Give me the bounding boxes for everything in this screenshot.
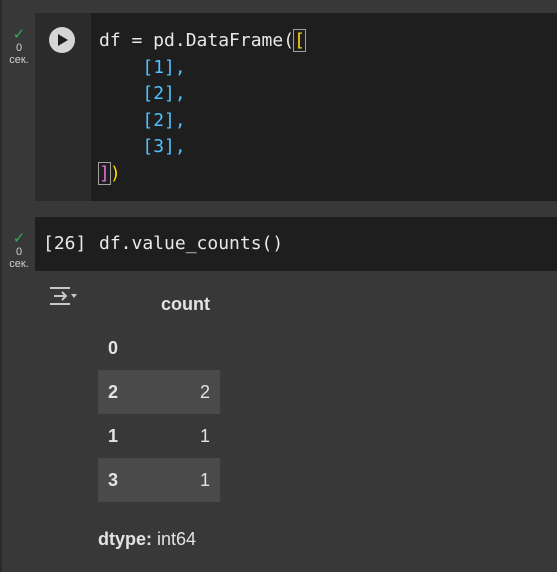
row-value: 1 — [199, 425, 210, 446]
code-line-4: [2], — [142, 109, 186, 131]
checkmark-icon: ✓ — [12, 230, 26, 247]
code-line-3: [2], — [142, 83, 186, 104]
row-value: 2 — [138, 370, 220, 414]
cell1-code-editor[interactable]: df = pd.DataFrame([ [1], [2], [2], [3], … — [98, 28, 306, 187]
cell1-exec-time: 0 — [15, 42, 23, 54]
checkmark-icon: ✓ — [12, 26, 26, 43]
play-icon — [58, 34, 68, 46]
table-row: 1 1 — [98, 414, 220, 458]
row-index: 1 — [108, 425, 119, 446]
run-cell-button[interactable] — [49, 27, 75, 53]
code-line-5: [3], — [142, 136, 186, 157]
column-header-count: count — [161, 293, 210, 314]
code-line-1: df = pd.DataFrame([ — [99, 29, 306, 52]
code-line-6: ]) — [98, 161, 121, 185]
cell2-exec-unit: сек. — [9, 258, 29, 270]
table-row: 2 2 — [98, 370, 220, 414]
table-row: 3 1 — [98, 458, 220, 502]
index-name: 0 — [108, 337, 119, 358]
row-value: 1 — [138, 458, 220, 502]
cell1-exec-unit: сек. — [9, 54, 29, 66]
index-name-row: 0 — [98, 326, 220, 370]
notebook-left-border — [0, 0, 2, 572]
execution-count: [26] — [43, 233, 87, 254]
cell2-exec-time: 0 — [15, 246, 23, 258]
table-header-row: count — [98, 282, 220, 326]
cell1-status: ✓ 0 сек. — [1, 27, 37, 66]
code-line-2: [1], — [142, 56, 186, 78]
output-toggle-icon[interactable] — [48, 284, 78, 310]
row-index: 3 — [98, 458, 138, 502]
dtype-label: dtype: — [98, 529, 152, 549]
cell2-status: ✓ 0 сек. — [1, 231, 37, 270]
cell2-code-editor[interactable]: df.value_counts() — [99, 233, 283, 254]
dtype-value: int64 — [157, 529, 197, 549]
code-text: df.value_counts() — [99, 233, 284, 254]
value-counts-table: count 0 2 2 1 1 3 1 — [98, 282, 220, 502]
dtype-info: dtype: int64 — [98, 529, 196, 550]
row-index: 2 — [98, 370, 138, 414]
